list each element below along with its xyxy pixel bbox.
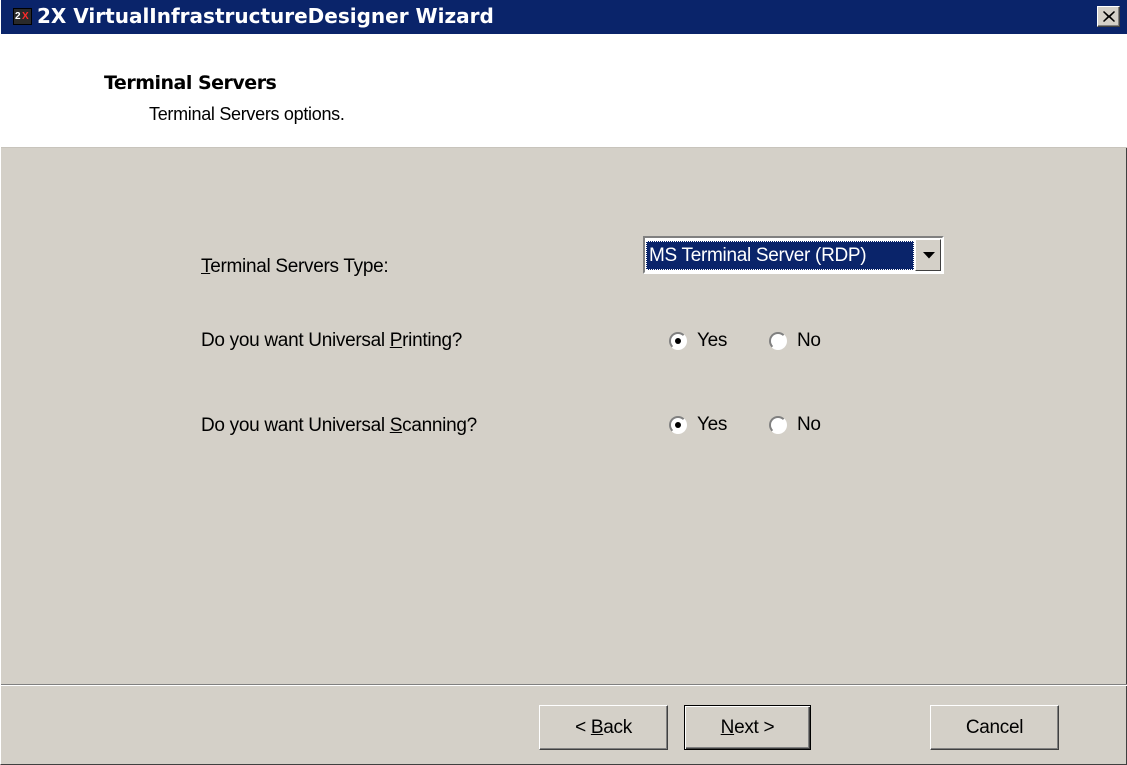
next-button-mnemonic: N <box>720 716 735 738</box>
close-button[interactable] <box>1097 6 1120 27</box>
scanning-label-suffix: canning? <box>402 415 477 436</box>
terminal-type-label-mnemonic: T <box>201 256 211 277</box>
app-logo-icon: 2 X <box>13 8 32 25</box>
wizard-window: 2 X 2X VirtualInfrastructureDesigner Wiz… <box>0 0 1127 765</box>
terminal-type-value[interactable]: MS Terminal Server (RDP) <box>646 241 914 270</box>
scanning-no-label[interactable]: No <box>797 414 821 436</box>
cancel-button-label: Cancel <box>965 716 1024 738</box>
back-button-mnemonic: B <box>590 716 604 738</box>
back-button[interactable]: < Back <box>539 705 668 750</box>
printing-label-prefix: Do you want Universal <box>201 330 390 351</box>
close-icon <box>1103 11 1115 22</box>
terminal-type-label-suffix: erminal Servers Type: <box>210 256 389 277</box>
scanning-label: Do you want Universal Scanning? <box>201 415 477 437</box>
scanning-no-radio[interactable]: No <box>769 413 821 437</box>
next-button[interactable]: Next > <box>684 705 811 750</box>
printing-no-radio-circle[interactable] <box>769 332 787 350</box>
printing-label-suffix: rinting? <box>402 330 463 351</box>
page-subtitle: Terminal Servers options. <box>149 104 345 124</box>
printing-label: Do you want Universal Printing? <box>201 330 462 352</box>
scanning-label-mnemonic: S <box>389 415 403 436</box>
printing-no-radio[interactable]: No <box>769 329 821 353</box>
scanning-label-prefix: Do you want Universal <box>201 415 390 436</box>
page-title: Terminal Servers <box>104 72 277 94</box>
printing-no-label[interactable]: No <box>797 330 821 352</box>
window-title: 2X VirtualInfrastructureDesigner Wizard <box>37 4 494 28</box>
scanning-yes-radio-circle[interactable] <box>669 416 687 434</box>
printing-yes-radio[interactable]: Yes <box>669 329 727 353</box>
scanning-yes-label[interactable]: Yes <box>697 414 727 436</box>
printing-label-mnemonic: P <box>389 330 403 351</box>
chevron-down-icon <box>923 252 935 259</box>
printing-yes-label[interactable]: Yes <box>697 330 727 352</box>
terminal-type-dropdown-button[interactable] <box>915 239 941 271</box>
terminal-type-label: Terminal Servers Type: <box>201 256 389 278</box>
printing-yes-radio-circle[interactable] <box>669 332 687 350</box>
scanning-yes-radio[interactable]: Yes <box>669 413 727 437</box>
app-logo-text-2: 2 <box>15 11 21 22</box>
back-button-suffix: ack <box>603 716 632 738</box>
wizard-header: Terminal Servers Terminal Servers option… <box>1 34 1127 148</box>
scanning-no-radio-circle[interactable] <box>769 416 787 434</box>
app-logo-text-x: X <box>22 11 29 22</box>
footer-separator <box>1 684 1127 686</box>
title-bar[interactable]: 2 X 2X VirtualInfrastructureDesigner Wiz… <box>1 0 1127 34</box>
cancel-button[interactable]: Cancel <box>930 705 1059 750</box>
next-button-suffix: ext > <box>734 716 775 738</box>
back-button-prefix: < <box>575 716 591 738</box>
terminal-type-select[interactable]: MS Terminal Server (RDP) <box>643 236 944 274</box>
